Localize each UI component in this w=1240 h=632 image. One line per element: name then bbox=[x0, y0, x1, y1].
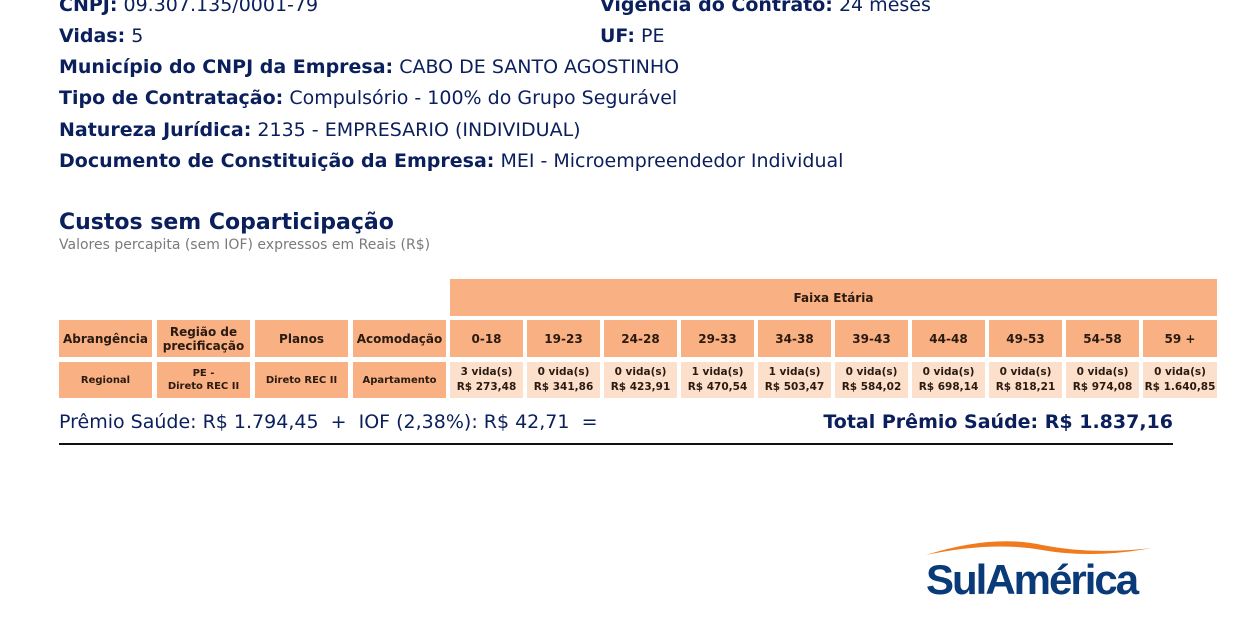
section-title: Custos sem Coparticipação bbox=[59, 210, 394, 235]
age-band-value: 1 vida(s) R$ 503,47 bbox=[758, 362, 831, 398]
summary-divider bbox=[59, 443, 1173, 445]
age-band-price: R$ 341,86 bbox=[533, 381, 594, 393]
age-band-header: 24-28 bbox=[604, 320, 677, 357]
age-band-header: 19-23 bbox=[527, 320, 600, 357]
age-band-price: R$ 273,48 bbox=[456, 381, 517, 393]
municipio-value: CABO DE SANTO AGOSTINHO bbox=[399, 56, 680, 78]
header-acomodacao: Acomodação bbox=[353, 320, 446, 357]
uf-label: UF: bbox=[600, 25, 635, 47]
header-regiao: Região de precificação bbox=[157, 320, 250, 357]
row-regiao-line1: PE - bbox=[192, 368, 215, 379]
vidas-label: Vidas: bbox=[59, 25, 126, 47]
age-band-value: 0 vida(s) R$ 341,86 bbox=[527, 362, 600, 398]
uf-value: PE bbox=[641, 25, 665, 47]
age-band-header: 54-58 bbox=[1066, 320, 1139, 357]
age-band-price: R$ 470,54 bbox=[687, 381, 748, 393]
age-band-value: 0 vida(s) R$ 818,21 bbox=[989, 362, 1062, 398]
documento-value: MEI - Microempreendedor Individual bbox=[500, 150, 844, 172]
logo-wordmark: SulAmérica bbox=[926, 556, 1139, 603]
age-band-lives: 1 vida(s) bbox=[768, 366, 821, 378]
header-planos: Planos bbox=[255, 320, 348, 357]
age-band-price: R$ 698,14 bbox=[918, 381, 979, 393]
tipo-line: Tipo de Contratação: Compulsório - 100% … bbox=[59, 86, 677, 110]
age-band-header: 49-53 bbox=[989, 320, 1062, 357]
age-band-price: R$ 818,21 bbox=[995, 381, 1056, 393]
header-regiao-line1: Região de bbox=[169, 324, 238, 339]
documento-line: Documento de Constituição da Empresa: ME… bbox=[59, 149, 843, 173]
age-band-lives: 0 vida(s) bbox=[537, 366, 590, 378]
tipo-value: Compulsório - 100% do Grupo Segurável bbox=[289, 87, 678, 109]
age-band-header: 29-33 bbox=[681, 320, 754, 357]
faixa-etaria-header: Faixa Etária bbox=[450, 279, 1217, 316]
uf-line: UF: PE bbox=[600, 24, 664, 48]
age-band-lives: 0 vida(s) bbox=[1076, 366, 1129, 378]
age-band-price: R$ 584,02 bbox=[841, 381, 902, 393]
age-band-header: 34-38 bbox=[758, 320, 831, 357]
header-abrangencia: Abrangência bbox=[59, 320, 152, 357]
age-band-header: 44-48 bbox=[912, 320, 985, 357]
vigencia-line: Vigência do Contrato: 24 meses bbox=[600, 0, 931, 17]
age-band-lives: 0 vida(s) bbox=[614, 366, 667, 378]
municipio-label: Município do CNPJ da Empresa: bbox=[59, 56, 394, 78]
row-regiao: PE - Direto REC II bbox=[157, 362, 250, 398]
natureza-line: Natureza Jurídica: 2135 - EMPRESARIO (IN… bbox=[59, 118, 581, 142]
age-band-lives: 0 vida(s) bbox=[999, 366, 1052, 378]
age-band-lives: 3 vida(s) bbox=[460, 366, 513, 378]
premio-saude-summary: Prêmio Saúde: R$ 1.794,45 + IOF (2,38%):… bbox=[59, 411, 598, 433]
natureza-label: Natureza Jurídica: bbox=[59, 119, 252, 141]
row-planos: Direto REC II bbox=[255, 362, 348, 398]
age-band-price: R$ 1.640,85 bbox=[1144, 381, 1216, 393]
section-subtitle: Valores percapita (sem IOF) expressos em… bbox=[59, 237, 431, 253]
age-band-lives: 1 vida(s) bbox=[691, 366, 744, 378]
vidas-value: 5 bbox=[131, 25, 144, 47]
row-abrangencia: Regional bbox=[59, 362, 152, 398]
natureza-value: 2135 - EMPRESARIO (INDIVIDUAL) bbox=[257, 119, 581, 141]
age-band-header: 0-18 bbox=[450, 320, 523, 357]
age-band-price: R$ 423,91 bbox=[610, 381, 671, 393]
age-band-price: R$ 974,08 bbox=[1072, 381, 1133, 393]
age-band-price: R$ 503,47 bbox=[764, 381, 825, 393]
row-regiao-line2: Direto REC II bbox=[167, 381, 240, 392]
age-band-value: 1 vida(s) R$ 470,54 bbox=[681, 362, 754, 398]
age-band-lives: 0 vida(s) bbox=[922, 366, 975, 378]
row-acomodacao: Apartamento bbox=[353, 362, 446, 398]
vigencia-value: 24 meses bbox=[838, 0, 931, 16]
age-band-value: 0 vida(s) R$ 974,08 bbox=[1066, 362, 1139, 398]
vigencia-label: Vigência do Contrato: bbox=[600, 0, 833, 16]
age-band-value: 0 vida(s) R$ 584,02 bbox=[835, 362, 908, 398]
cnpj-value: 09.307.135/0001-79 bbox=[123, 0, 319, 16]
tipo-label: Tipo de Contratação: bbox=[59, 87, 284, 109]
documento-label: Documento de Constituição da Empresa: bbox=[59, 150, 495, 172]
vidas-line: Vidas: 5 bbox=[59, 24, 143, 48]
municipio-line: Município do CNPJ da Empresa: CABO DE SA… bbox=[59, 55, 679, 79]
age-band-header: 59 + bbox=[1143, 320, 1217, 357]
age-band-value: 0 vida(s) R$ 423,91 bbox=[604, 362, 677, 398]
age-band-lives: 0 vida(s) bbox=[1154, 366, 1206, 378]
header-regiao-line2: precificação bbox=[162, 338, 245, 353]
age-band-value: 0 vida(s) R$ 698,14 bbox=[912, 362, 985, 398]
age-band-value: 0 vida(s) R$ 1.640,85 bbox=[1143, 362, 1217, 398]
total-premio-saude: Total Prêmio Saúde: R$ 1.837,16 bbox=[823, 411, 1173, 433]
age-band-header: 39-43 bbox=[835, 320, 908, 357]
sulamerica-logo: SulAmérica bbox=[922, 536, 1157, 608]
cnpj-label: CNPJ: bbox=[59, 0, 118, 16]
cnpj-line: CNPJ: 09.307.135/0001-79 bbox=[59, 0, 318, 17]
age-band-value: 3 vida(s) R$ 273,48 bbox=[450, 362, 523, 398]
age-band-lives: 0 vida(s) bbox=[845, 366, 898, 378]
